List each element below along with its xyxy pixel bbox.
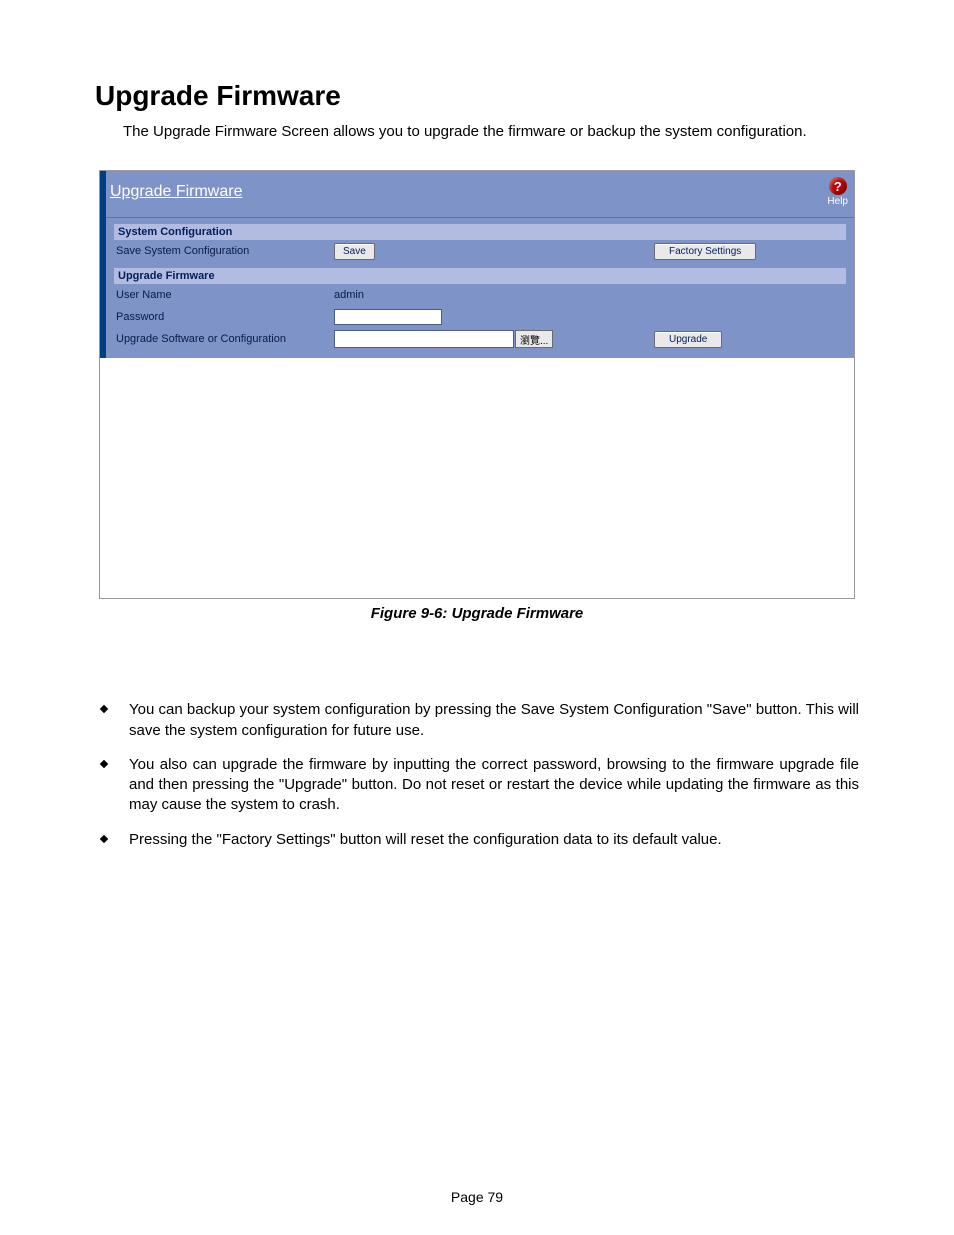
help-button[interactable]: ? Help [827, 177, 848, 207]
panel-title: Upgrade Firmware [110, 183, 242, 201]
help-icon: ? [829, 177, 847, 195]
section-header-system-configuration: System Configuration [114, 224, 846, 240]
save-button[interactable]: Save [334, 243, 375, 260]
notes-list: You can backup your system configuration… [95, 700, 859, 850]
row-password: Password [114, 306, 846, 328]
label-user-name: User Name [114, 289, 334, 301]
figure-caption: Figure 9-6: Upgrade Firmware [95, 605, 859, 622]
panel-titlebar: Upgrade Firmware ? Help [106, 171, 854, 218]
label-upgrade-file: Upgrade Software or Configuration [114, 333, 334, 345]
screenshot-panel: Upgrade Firmware ? Help System Configura… [99, 170, 855, 599]
list-item: Pressing the "Factory Settings" button w… [95, 830, 859, 850]
password-input[interactable] [334, 309, 442, 325]
row-user-name: User Name admin [114, 284, 846, 306]
label-save-system-configuration: Save System Configuration [114, 245, 334, 257]
row-save-system-configuration: Save System Configuration Save Factory S… [114, 240, 846, 262]
upgrade-button[interactable]: Upgrade [654, 331, 722, 348]
row-upgrade-file: Upgrade Software or Configuration 瀏覽... … [114, 328, 846, 350]
intro-text: The Upgrade Firmware Screen allows you t… [123, 123, 807, 140]
factory-settings-button[interactable]: Factory Settings [654, 243, 756, 260]
list-item: You also can upgrade the firmware by inp… [95, 755, 859, 816]
page-footer: Page 79 [0, 1189, 954, 1205]
list-item: You can backup your system configuration… [95, 700, 859, 741]
intro-paragraph: The Upgrade Firmware Screen allows you t… [95, 122, 859, 142]
label-password: Password [114, 311, 334, 323]
file-path-field[interactable] [334, 330, 514, 348]
section-header-upgrade-firmware: Upgrade Firmware [114, 268, 846, 284]
browse-button[interactable]: 瀏覽... [515, 330, 553, 348]
page-title: Upgrade Firmware [95, 80, 859, 112]
value-user-name: admin [334, 289, 364, 301]
panel-blank-area [100, 358, 854, 598]
help-label: Help [827, 196, 848, 207]
